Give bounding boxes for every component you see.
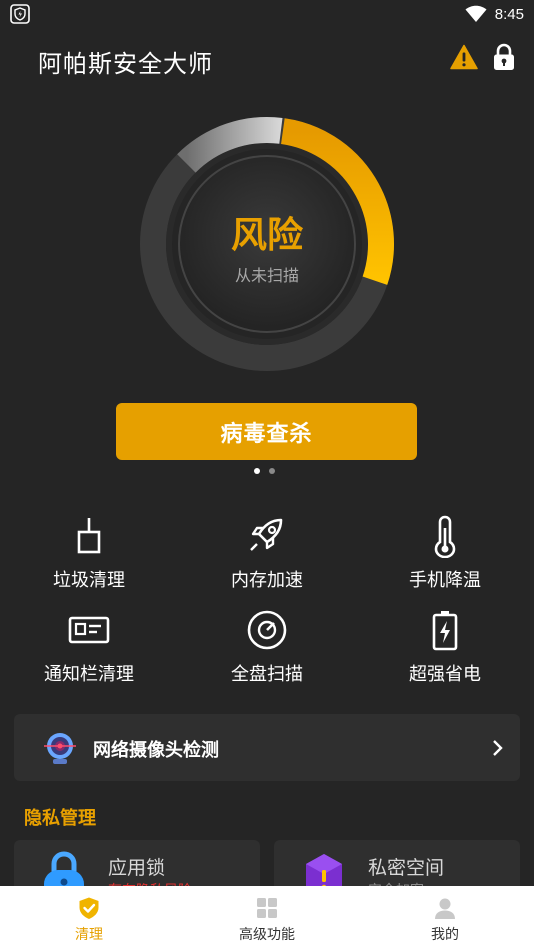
- chevron-right-icon: [493, 740, 503, 756]
- feature-junk-clean[interactable]: 垃圾清理: [14, 514, 164, 604]
- page-dot: [269, 468, 275, 474]
- risk-status: 风险: [230, 215, 303, 256]
- status-bar: 8:45: [0, 0, 534, 28]
- privacy-section-title: 隐私管理: [24, 808, 96, 829]
- feature-label: 手机降温: [409, 570, 481, 591]
- webcam-detection-card[interactable]: 网络摄像头检测: [14, 714, 520, 781]
- nav-label: 清理: [75, 927, 103, 943]
- grid-apps-icon: [257, 898, 277, 918]
- battery-bolt-icon: [432, 611, 458, 651]
- feature-label: 超强省电: [409, 664, 481, 685]
- status-right: 8:45: [465, 3, 524, 25]
- nav-tab-clean[interactable]: 清理: [29, 896, 149, 944]
- lock-icon[interactable]: [492, 43, 516, 71]
- page-dot-active: [254, 468, 260, 474]
- rocket-icon: [250, 518, 283, 551]
- feature-power-save[interactable]: 超强省电: [370, 608, 520, 698]
- webcam-detection-label: 网络摄像头检测: [93, 740, 219, 761]
- nav-tab-advanced[interactable]: 高级功能: [207, 896, 327, 944]
- feature-phone-cool[interactable]: 手机降温: [370, 514, 520, 604]
- status-time: 8:45: [494, 5, 524, 23]
- feature-label: 内存加速: [231, 570, 303, 591]
- bottom-nav: 清理 高级功能 我的: [0, 886, 534, 949]
- thermometer-icon: [434, 515, 456, 558]
- nav-label: 我的: [431, 927, 459, 943]
- nav-tab-profile[interactable]: 我的: [385, 896, 505, 944]
- feature-full-scan[interactable]: 全盘扫描: [192, 608, 342, 698]
- virus-scan-button[interactable]: 病毒查杀: [116, 403, 417, 460]
- warning-icon[interactable]: [450, 44, 478, 70]
- feature-label: 全盘扫描: [231, 664, 303, 685]
- feature-memory-boost[interactable]: 内存加速: [192, 514, 342, 604]
- user-icon: [435, 898, 455, 919]
- shield-status-icon: [10, 4, 30, 24]
- webcam-icon: [44, 733, 76, 764]
- brush-icon: [77, 518, 101, 554]
- notification-card-icon: [68, 616, 110, 644]
- shield-check-icon: [79, 897, 99, 919]
- private-space-title: 私密空间: [368, 857, 445, 879]
- feature-label: 垃圾清理: [53, 570, 125, 591]
- header: 阿帕斯安全大师: [0, 36, 534, 82]
- feature-label: 通知栏清理: [44, 664, 134, 685]
- nav-label: 高级功能: [239, 927, 295, 943]
- page-indicator: [254, 468, 275, 474]
- app-lock-title: 应用锁: [108, 857, 166, 879]
- ring-text: 风险 从未扫描: [138, 115, 396, 373]
- wifi-icon: [465, 5, 487, 22]
- scan-status: 从未扫描: [234, 266, 299, 285]
- disk-scan-icon: [247, 610, 287, 650]
- feature-notification-clean[interactable]: 通知栏清理: [14, 608, 164, 698]
- app-title: 阿帕斯安全大师: [38, 50, 213, 78]
